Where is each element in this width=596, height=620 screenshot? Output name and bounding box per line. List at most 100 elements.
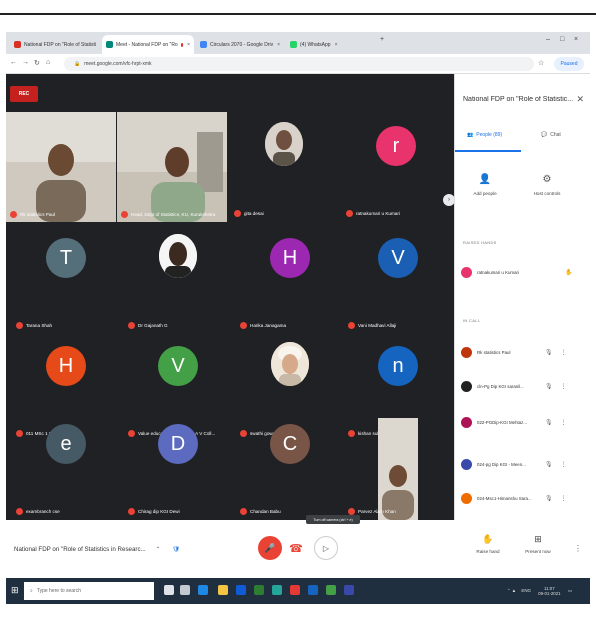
app-icon[interactable] bbox=[272, 585, 282, 595]
excel-icon[interactable] bbox=[254, 585, 264, 595]
close-icon[interactable]: ✕ bbox=[576, 94, 584, 105]
screen: National FDP on "Role of Statisti × Meet… bbox=[0, 0, 596, 620]
participant-tile[interactable]: Dr Gajanath G bbox=[124, 224, 232, 332]
mic-off-icon[interactable]: 🎙 bbox=[545, 495, 553, 502]
url-field[interactable]: 🔒 meet.google.com/vfc-hrpt-xmk bbox=[64, 57, 534, 71]
meeting-title[interactable]: National FDP on "Role of Statistics in R… bbox=[14, 545, 180, 553]
forward-icon[interactable]: → bbox=[22, 59, 29, 66]
people-panel: National FDP on "Role of Statistic... ✕ … bbox=[454, 74, 590, 520]
edge-icon[interactable] bbox=[198, 585, 208, 595]
chevron-up-icon[interactable]: ⌃ bbox=[155, 546, 160, 553]
mic-off-icon: 🎤 bbox=[264, 542, 276, 553]
window-close-icon[interactable]: × bbox=[574, 36, 578, 43]
participant-avatar: D bbox=[158, 424, 198, 464]
participant-tile[interactable]: C Chandan Babu bbox=[236, 410, 344, 518]
reload-icon[interactable]: ↻ bbox=[34, 59, 40, 67]
store-icon[interactable] bbox=[236, 585, 246, 595]
participant-tile[interactable]: e exambranch cse bbox=[12, 410, 120, 518]
participant-avatar: r bbox=[376, 126, 416, 166]
participant-avatar: T bbox=[46, 238, 86, 278]
more-options-icon[interactable]: ⋮ bbox=[561, 383, 567, 390]
browser-tab-1[interactable]: National FDP on "Role of Statisti × bbox=[10, 35, 100, 54]
camera-icon: ▷ bbox=[322, 543, 330, 553]
minimize-icon[interactable]: – bbox=[546, 36, 550, 43]
task-view-icon[interactable] bbox=[180, 585, 190, 595]
file-explorer-icon[interactable] bbox=[218, 585, 228, 595]
participant-tile[interactable]: D Chirag dip KGI Dewi bbox=[124, 410, 232, 518]
mic-off-icon[interactable]: 🎙 bbox=[545, 349, 553, 356]
participant-tile[interactable]: T Tarana Shah bbox=[12, 224, 120, 332]
profile-button[interactable]: Paused bbox=[554, 57, 584, 71]
list-item[interactable]: 024-Msc1-Himanshu Sara... 🎙 ⋮ bbox=[461, 490, 585, 506]
back-icon[interactable]: ← bbox=[10, 59, 17, 66]
word-icon[interactable] bbox=[308, 585, 318, 595]
browser-tab-3[interactable]: Circulars 2070 - Google Driv × bbox=[196, 35, 284, 54]
mic-off-icon[interactable]: 🎙 bbox=[545, 383, 553, 390]
participant-video bbox=[6, 112, 116, 222]
more-options-icon[interactable]: ⋮ bbox=[561, 461, 567, 468]
camera-toggle-button[interactable]: ▷ bbox=[314, 536, 338, 560]
windows-start-icon[interactable]: ⊞ bbox=[11, 585, 19, 596]
list-item[interactable]: 022-PGDip-KGI Mehtaz... 🎙 ⋮ bbox=[461, 414, 585, 430]
notification-icon[interactable]: ▭ bbox=[568, 588, 572, 593]
raised-hand-icon[interactable]: ✋ bbox=[565, 269, 572, 276]
list-item[interactable]: cln-Pg Dip KGI saranil... 🎙 ⋮ bbox=[461, 378, 585, 394]
mic-off-icon bbox=[16, 322, 23, 329]
present-now-button[interactable]: ⊞ Present now bbox=[516, 534, 560, 554]
home-icon[interactable]: ⌂ bbox=[46, 59, 50, 66]
teams-icon[interactable] bbox=[344, 585, 354, 595]
shield-icon[interactable]: 🛡 bbox=[172, 546, 180, 553]
taskbar-search-input[interactable]: ⌕ Type here to search bbox=[24, 582, 154, 600]
participant-tile[interactable]: Rk statistics Paul bbox=[6, 112, 116, 222]
leave-call-button[interactable]: ☎ bbox=[288, 540, 304, 556]
drive-favicon-icon bbox=[200, 41, 207, 48]
more-options-icon[interactable]: ⋮ bbox=[574, 544, 582, 553]
browser-tab-bar: National FDP on "Role of Statisti × Meet… bbox=[6, 32, 590, 54]
avatar bbox=[461, 346, 472, 358]
mic-off-icon[interactable]: 🎙 bbox=[545, 461, 553, 468]
close-icon[interactable]: × bbox=[335, 42, 338, 48]
whatsapp-icon[interactable] bbox=[326, 585, 336, 595]
mic-toggle-button[interactable]: 🎤 bbox=[258, 536, 282, 560]
list-item[interactable]: Rk statistics Paul 🎙 ⋮ bbox=[461, 344, 585, 360]
recording-badge: REC bbox=[10, 86, 38, 102]
browser-tab-2[interactable]: Meet - National FDP on "Ro × bbox=[102, 35, 194, 54]
raised-hand-row[interactable]: ratnakumari u Kumari ✋ bbox=[461, 264, 585, 280]
close-icon[interactable]: × bbox=[277, 42, 280, 48]
windows-taskbar: ⊞ ⌕ Type here to search ⌃ ▲ ENG 11:07 09-… bbox=[6, 578, 590, 604]
new-tab-button[interactable]: + bbox=[380, 36, 384, 43]
add-people-button[interactable]: 👤 Add people bbox=[465, 174, 505, 196]
list-item[interactable]: 024-pg Dip KGI - Meen... 🎙 ⋮ bbox=[461, 456, 585, 472]
meet-video-grid: REC Rk statistics Paul Head, Dept of Sta… bbox=[6, 74, 455, 520]
tab-people[interactable]: 👥 People (89) bbox=[467, 132, 502, 138]
star-icon[interactable]: ☆ bbox=[538, 59, 544, 67]
participant-tile[interactable]: H Harika Janagama bbox=[236, 224, 344, 332]
more-options-icon[interactable]: ⋮ bbox=[561, 419, 567, 426]
phone-hangup-icon: ☎ bbox=[289, 542, 303, 555]
chrome-icon[interactable] bbox=[290, 585, 300, 595]
host-controls-icon: ⚙ bbox=[542, 174, 552, 185]
browser-tab-4[interactable]: (4) WhatsApp × bbox=[286, 35, 378, 54]
participant-tile[interactable]: gita desai bbox=[230, 112, 338, 220]
participant-tile[interactable]: Head, Dept of Statistics, KU, Kurukshetr… bbox=[117, 112, 227, 222]
participant-name: Chirag dip KGI Dewi bbox=[138, 509, 180, 514]
participant-tile[interactable]: Parvez Alam Khan bbox=[344, 410, 452, 520]
participant-avatar: V bbox=[378, 238, 418, 278]
raise-hand-button[interactable]: ✋ Raise hand bbox=[466, 534, 510, 554]
tab-chat[interactable]: 💬 Chat bbox=[541, 132, 561, 138]
mic-off-icon[interactable]: 🎙 bbox=[545, 419, 553, 426]
close-icon[interactable]: × bbox=[187, 42, 190, 48]
more-options-icon[interactable]: ⋮ bbox=[561, 495, 567, 502]
participant-name: Harika Janagama bbox=[250, 323, 287, 328]
maximize-icon[interactable]: □ bbox=[560, 36, 564, 43]
mic-off-icon bbox=[128, 508, 135, 515]
participant-avatar: V bbox=[158, 346, 198, 386]
host-controls-button[interactable]: ⚙ Host controls bbox=[527, 174, 567, 196]
cortana-icon[interactable] bbox=[164, 585, 174, 595]
participant-name: Parvez Alam Khan bbox=[358, 509, 396, 514]
participant-tile[interactable]: r ratnakumari u Kumari bbox=[342, 112, 450, 220]
people-icon: 👥 bbox=[467, 132, 474, 138]
participant-tile[interactable]: V Vani Madhavi Allaji bbox=[344, 224, 452, 332]
more-options-icon[interactable]: ⋮ bbox=[561, 349, 567, 356]
system-tray[interactable]: ⌃ ▲ ENG 11:07 09-01-2021 ▭ bbox=[507, 586, 572, 596]
